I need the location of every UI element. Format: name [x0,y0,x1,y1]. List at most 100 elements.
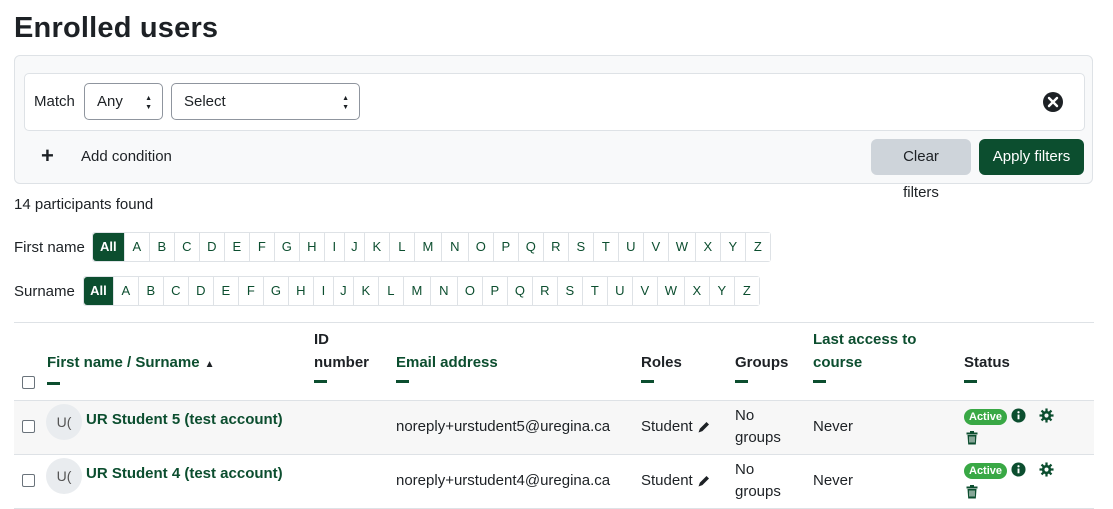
first-name-initials-label: First name [14,238,85,256]
surname-initial-v[interactable]: V [631,277,657,305]
surname-initial-x[interactable]: X [683,277,709,305]
first-initial-q[interactable]: Q [517,233,543,261]
surname-initial-h[interactable]: H [287,277,313,305]
first-initial-all[interactable]: All [92,233,124,261]
header-access-line2: course [813,354,863,371]
first-initial-o[interactable]: O [467,233,493,261]
header-roles-label: Roles [641,354,682,371]
header-status: Status [964,351,1010,383]
first-initial-w[interactable]: W [667,233,695,261]
select-all-checkbox[interactable] [22,376,35,389]
clear-filters-button[interactable]: Clear filters [871,139,971,201]
plus-icon: + [41,143,54,168]
table-header: First name / Surname ▲ ID number Email ad… [14,322,1094,401]
remove-condition-icon[interactable] [1042,91,1064,113]
info-icon[interactable] [1011,408,1026,423]
collapse-column-icon[interactable] [314,380,327,383]
apply-filters-button[interactable]: Apply filters [979,139,1084,175]
surname-initial-n[interactable]: N [429,277,457,305]
first-initial-b[interactable]: B [148,233,174,261]
first-initial-u[interactable]: U [617,233,643,261]
collapse-column-icon[interactable] [813,380,826,383]
surname-initial-i[interactable]: I [312,277,333,305]
first-initial-h[interactable]: H [298,233,324,261]
row-select-checkbox[interactable] [22,474,35,487]
participants-table: First name / Surname ▲ ID number Email ad… [14,322,1094,509]
select-arrows-icon: ▲ ▼ [342,95,349,111]
header-roles: Roles [641,351,682,383]
pencil-icon[interactable] [697,420,711,434]
surname-initial-t[interactable]: T [581,277,607,305]
add-condition-button[interactable]: + Add condition [41,145,172,167]
user-name-link[interactable]: UR Student 4 (test account) [86,463,283,485]
surname-initial-w[interactable]: W [656,277,684,305]
user-role-label: Student [641,418,693,435]
collapse-column-icon[interactable] [47,382,60,385]
first-initial-a[interactable]: A [123,233,149,261]
surname-initial-q[interactable]: Q [506,277,532,305]
first-initial-z[interactable]: Z [744,233,770,261]
match-select[interactable]: Any ▲ ▼ [84,83,163,120]
collapse-column-icon[interactable] [396,380,409,383]
surname-initial-r[interactable]: R [531,277,557,305]
surname-initial-a[interactable]: A [112,277,138,305]
header-id-line1: ID [314,331,329,348]
gear-icon[interactable] [1039,462,1054,477]
first-initial-p[interactable]: P [492,233,518,261]
surname-initial-d[interactable]: D [187,277,213,305]
header-email[interactable]: Email address [396,351,498,383]
status-badge: Active [964,409,1008,425]
first-initial-l[interactable]: L [388,233,414,261]
first-initial-e[interactable]: E [223,233,249,261]
surname-initial-p[interactable]: P [481,277,507,305]
first-initial-m[interactable]: M [413,233,441,261]
surname-initial-e[interactable]: E [212,277,238,305]
trash-icon[interactable] [966,485,978,499]
gear-icon[interactable] [1039,408,1054,423]
surname-initial-g[interactable]: G [262,277,288,305]
first-initial-y[interactable]: Y [719,233,745,261]
header-name-label: First name / Surname [47,354,200,371]
first-initial-x[interactable]: X [694,233,720,261]
pencil-icon[interactable] [697,474,711,488]
first-initial-f[interactable]: F [248,233,274,261]
surname-initial-o[interactable]: O [456,277,482,305]
surname-initial-k[interactable]: K [352,277,378,305]
first-initial-g[interactable]: G [273,233,299,261]
first-initial-t[interactable]: T [592,233,618,261]
header-id-number[interactable]: ID number [314,328,369,383]
first-initial-r[interactable]: R [542,233,568,261]
collapse-column-icon[interactable] [641,380,654,383]
header-last-access[interactable]: Last access to course [813,328,916,383]
page-title: Enrolled users [14,12,219,44]
first-initial-c[interactable]: C [173,233,199,261]
surname-initial-z[interactable]: Z [733,277,759,305]
surname-initial-all[interactable]: All [83,277,113,305]
surname-initial-b[interactable]: B [137,277,163,305]
collapse-column-icon[interactable] [964,380,977,383]
header-name[interactable]: First name / Surname ▲ [47,351,214,385]
first-initial-s[interactable]: S [567,233,593,261]
first-initial-i[interactable]: I [323,233,344,261]
surname-initial-m[interactable]: M [402,277,430,305]
first-initial-j[interactable]: J [343,233,364,261]
first-initial-n[interactable]: N [440,233,468,261]
surname-initial-j[interactable]: J [332,277,353,305]
user-groups-line1: No [735,461,755,478]
row-select-checkbox[interactable] [22,420,35,433]
surname-initial-s[interactable]: S [556,277,582,305]
first-initial-v[interactable]: V [642,233,668,261]
surname-initial-c[interactable]: C [162,277,188,305]
trash-icon[interactable] [966,431,978,445]
user-role-label: Student [641,472,693,489]
surname-initial-y[interactable]: Y [708,277,734,305]
filter-type-select[interactable]: Select ▲ ▼ [171,83,360,120]
surname-initial-l[interactable]: L [377,277,403,305]
surname-initial-f[interactable]: F [237,277,263,305]
surname-initial-u[interactable]: U [606,277,632,305]
user-name-link[interactable]: UR Student 5 (test account) [86,409,283,431]
first-initial-k[interactable]: K [363,233,389,261]
first-initial-d[interactable]: D [198,233,224,261]
collapse-column-icon[interactable] [735,380,748,383]
info-icon[interactable] [1011,462,1026,477]
